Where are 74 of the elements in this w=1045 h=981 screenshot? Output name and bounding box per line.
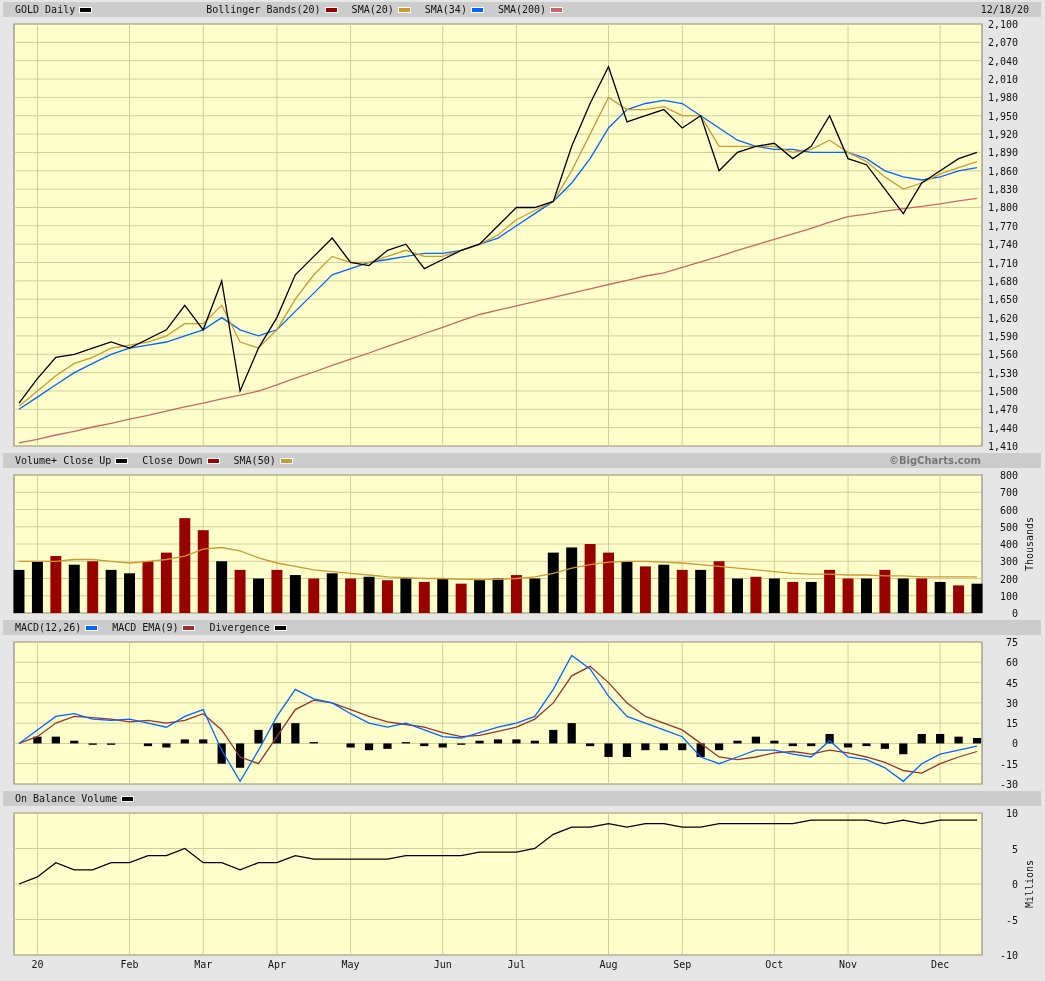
axis-label: 1,470 [987,404,1018,416]
axis-label: 10 [1005,808,1018,819]
axis-label: 60 [1005,657,1018,669]
axis-label: 0 [1011,608,1018,619]
axis-label: Dec [931,959,950,970]
axis-label: 800 [999,470,1018,481]
axis-label: 2,010 [987,74,1018,86]
axis-title: Thousands [1024,516,1035,572]
axis-label: 0 [1011,738,1018,750]
axis-label: Feb [120,959,139,970]
axis-label: -30 [999,779,1018,790]
legend-label: GOLD Daily [15,4,76,15]
axis-label: 1,950 [987,110,1018,122]
date-label: 12/18/20 [980,4,1029,15]
axis-label: 30 [1005,697,1018,709]
axis-label: 45 [1005,677,1018,689]
axis-title: Millions [1024,859,1035,909]
legend-label: SMA(200) [497,4,547,15]
axis-label: 2,040 [987,55,1018,67]
axis-label: 1,500 [987,385,1018,397]
axis-label: 100 [999,590,1018,602]
legend-label: SMA(50) [233,455,276,466]
axis-label: 1,920 [987,129,1018,141]
axis-label: 1,560 [987,349,1018,361]
axis-label: 1,830 [987,184,1018,196]
axis-label: 1,800 [987,202,1018,214]
axis-label: 400 [999,539,1018,550]
axis-label: 15 [1005,718,1018,730]
axis-label: -15 [999,758,1018,770]
axis-label: 1,530 [987,367,1018,379]
axis-label: 75 [1005,637,1018,648]
legend-label: On Balance Volume [15,793,118,804]
axis-label: Jun [433,959,452,970]
axis-label: May [341,959,360,970]
copyright-text: ©BigCharts.com [888,455,981,466]
legend-label: SMA(34) [424,4,467,15]
axis-label: 1,650 [987,294,1018,306]
axis-label: 1,860 [987,165,1018,177]
axis-label: Oct [765,959,784,970]
axis-label: Jul [507,959,526,970]
legend-label: MACD(12,26) [15,622,82,633]
axis-label: 1,890 [987,147,1018,159]
axis-label: 1,680 [987,275,1018,287]
legend-label: MACD EMA(9) [112,622,179,633]
axis-label: -5 [1005,914,1018,926]
axis-label: 1,590 [987,330,1018,342]
axis-label: Aug [599,959,618,970]
axis-label: 1,740 [987,239,1018,251]
axis-label: Apr [267,959,286,970]
axis-label: 5 [1011,843,1018,855]
axis-label: 1,410 [987,441,1018,452]
axis-label: 0 [1011,879,1018,890]
axis-label: 1,980 [987,92,1018,104]
axis-label: 1,710 [987,257,1018,269]
axis-label: 20 [31,959,44,970]
axis-label: 1,620 [987,312,1018,324]
axis-label: Sep [673,959,692,970]
axis-label: 2,100 [987,19,1018,30]
axis-label: 600 [999,504,1018,516]
legend-label: Bollinger Bands(20) [206,4,321,15]
legend-label: Close Down [142,455,203,466]
legend-label: Volume+ Close Up [15,455,112,466]
axis-label: 700 [999,487,1018,499]
axis-label: 200 [999,573,1018,585]
axis-label: 1,770 [987,220,1018,232]
axis-label: Mar [194,959,213,970]
axis-label: 2,070 [987,37,1018,49]
legend-label: Divergence [209,622,270,633]
axis-label: 500 [999,521,1018,533]
axis-label: Nov [839,959,858,970]
axis-label: 300 [999,556,1018,568]
axis-label: 1,440 [987,422,1018,434]
axis-label: -10 [999,950,1018,961]
legend-label: SMA(20) [351,4,394,15]
